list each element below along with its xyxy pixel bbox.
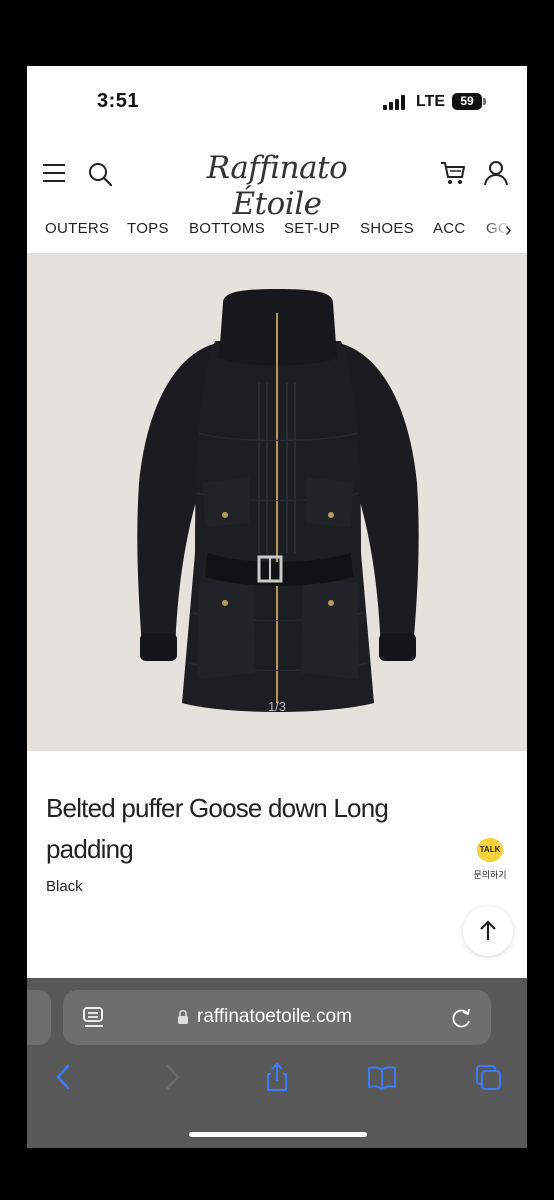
bookmarks-icon[interactable] bbox=[367, 1062, 397, 1092]
battery-icon: 59 bbox=[452, 93, 482, 110]
lock-icon bbox=[178, 1009, 188, 1024]
cart-icon[interactable] bbox=[439, 159, 467, 187]
arrow-up-icon bbox=[480, 920, 496, 940]
battery-nub bbox=[483, 98, 486, 105]
status-time: 3:51 bbox=[97, 90, 140, 112]
forward-icon[interactable] bbox=[157, 1062, 187, 1092]
phone-screen: 3:51 LTE 59 Raffinato Étoile OUTERS TOPS… bbox=[27, 66, 527, 1148]
back-icon[interactable] bbox=[49, 1062, 79, 1092]
url-text[interactable]: raffinatoetoile.com bbox=[197, 1006, 352, 1028]
search-icon[interactable] bbox=[87, 161, 113, 187]
product-title: Belted puffer Goose down Long padding bbox=[46, 793, 389, 864]
kakao-talk-button[interactable]: TALK 문의하기 bbox=[471, 838, 509, 881]
home-indicator bbox=[189, 1132, 367, 1137]
network-label: LTE bbox=[416, 93, 446, 110]
image-indicator: 1/3 bbox=[267, 699, 287, 714]
product-color: Black bbox=[46, 878, 83, 895]
signal-icon bbox=[383, 95, 409, 110]
nav-item-acc[interactable]: ACC bbox=[433, 220, 466, 237]
scroll-top-button[interactable] bbox=[463, 906, 513, 956]
reload-icon[interactable] bbox=[451, 1006, 473, 1030]
chevron-right-icon[interactable]: › bbox=[505, 219, 512, 242]
nav-item-outers[interactable]: OUTERS bbox=[45, 220, 109, 237]
nav-item-set-up[interactable]: SET-UP bbox=[284, 220, 340, 237]
tabs-icon[interactable] bbox=[473, 1062, 503, 1092]
menu-icon[interactable] bbox=[43, 162, 67, 184]
nav-item-bottoms[interactable]: BOTTOMS bbox=[189, 220, 265, 237]
nav-item-tops[interactable]: TOPS bbox=[127, 220, 169, 237]
previous-tab[interactable] bbox=[27, 990, 51, 1045]
jacket-illustration bbox=[137, 289, 419, 712]
share-icon[interactable] bbox=[262, 1062, 292, 1092]
category-nav: OUTERS TOPS BOTTOMS SET-UP SHOES ACC GO … bbox=[27, 216, 527, 252]
talk-icon: TALK bbox=[477, 838, 503, 862]
talk-label: 문의하기 bbox=[473, 870, 507, 880]
user-icon[interactable] bbox=[482, 159, 510, 187]
brand-logo[interactable]: Raffinato Étoile bbox=[167, 150, 387, 222]
nav-item-shoes[interactable]: SHOES bbox=[360, 220, 414, 237]
product-image[interactable]: 1/3 bbox=[27, 253, 527, 751]
reader-icon[interactable] bbox=[83, 1006, 105, 1030]
